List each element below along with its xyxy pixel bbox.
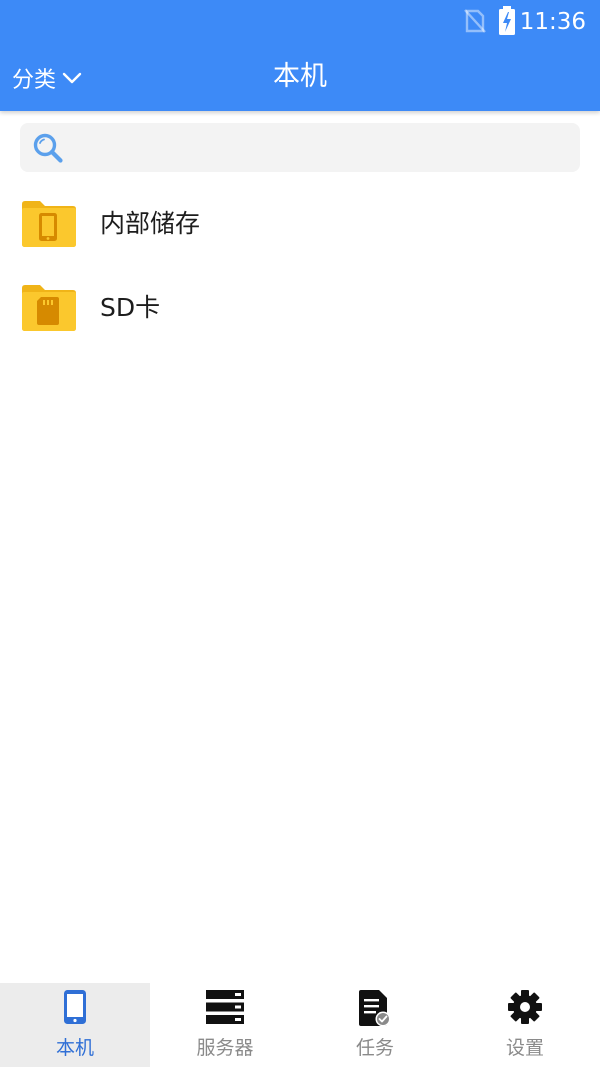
- storage-list: 内部储存 SD卡: [0, 182, 600, 350]
- sd-card-folder-icon: [20, 284, 78, 336]
- tab-settings[interactable]: 设置: [450, 983, 600, 1067]
- server-icon: [205, 989, 245, 1029]
- search-bar[interactable]: [20, 123, 580, 172]
- tab-label: 本机: [55, 1037, 94, 1059]
- tab-server[interactable]: 服务器: [150, 983, 300, 1067]
- list-item-internal-storage[interactable]: 内部储存: [0, 182, 600, 266]
- status-bar: 11:36: [0, 0, 600, 44]
- list-item-label: SD卡: [100, 293, 161, 322]
- search-icon: [32, 132, 64, 168]
- phone-icon: [62, 989, 88, 1029]
- toolbar: 分类 本机: [0, 44, 600, 111]
- tab-label: 服务器: [196, 1037, 254, 1059]
- no-sim-icon: [464, 9, 486, 37]
- search-input[interactable]: [76, 131, 566, 164]
- page-title: 本机: [273, 61, 327, 92]
- task-document-icon: [358, 989, 392, 1031]
- bottom-navigation: 本机 服务器 任务 设置: [0, 983, 600, 1067]
- tab-local[interactable]: 本机: [0, 983, 150, 1067]
- battery-charging-icon: [498, 6, 516, 40]
- tab-label: 任务: [355, 1037, 394, 1059]
- gear-icon: [506, 988, 544, 1030]
- app-header: 11:36 分类 本机: [0, 0, 600, 111]
- phone-folder-icon: [20, 200, 78, 252]
- tab-tasks[interactable]: 任务: [300, 983, 450, 1067]
- status-time: 11:36: [519, 9, 586, 35]
- tab-label: 设置: [505, 1037, 544, 1059]
- list-item-label: 内部储存: [100, 209, 201, 238]
- list-item-sd-card[interactable]: SD卡: [0, 266, 600, 350]
